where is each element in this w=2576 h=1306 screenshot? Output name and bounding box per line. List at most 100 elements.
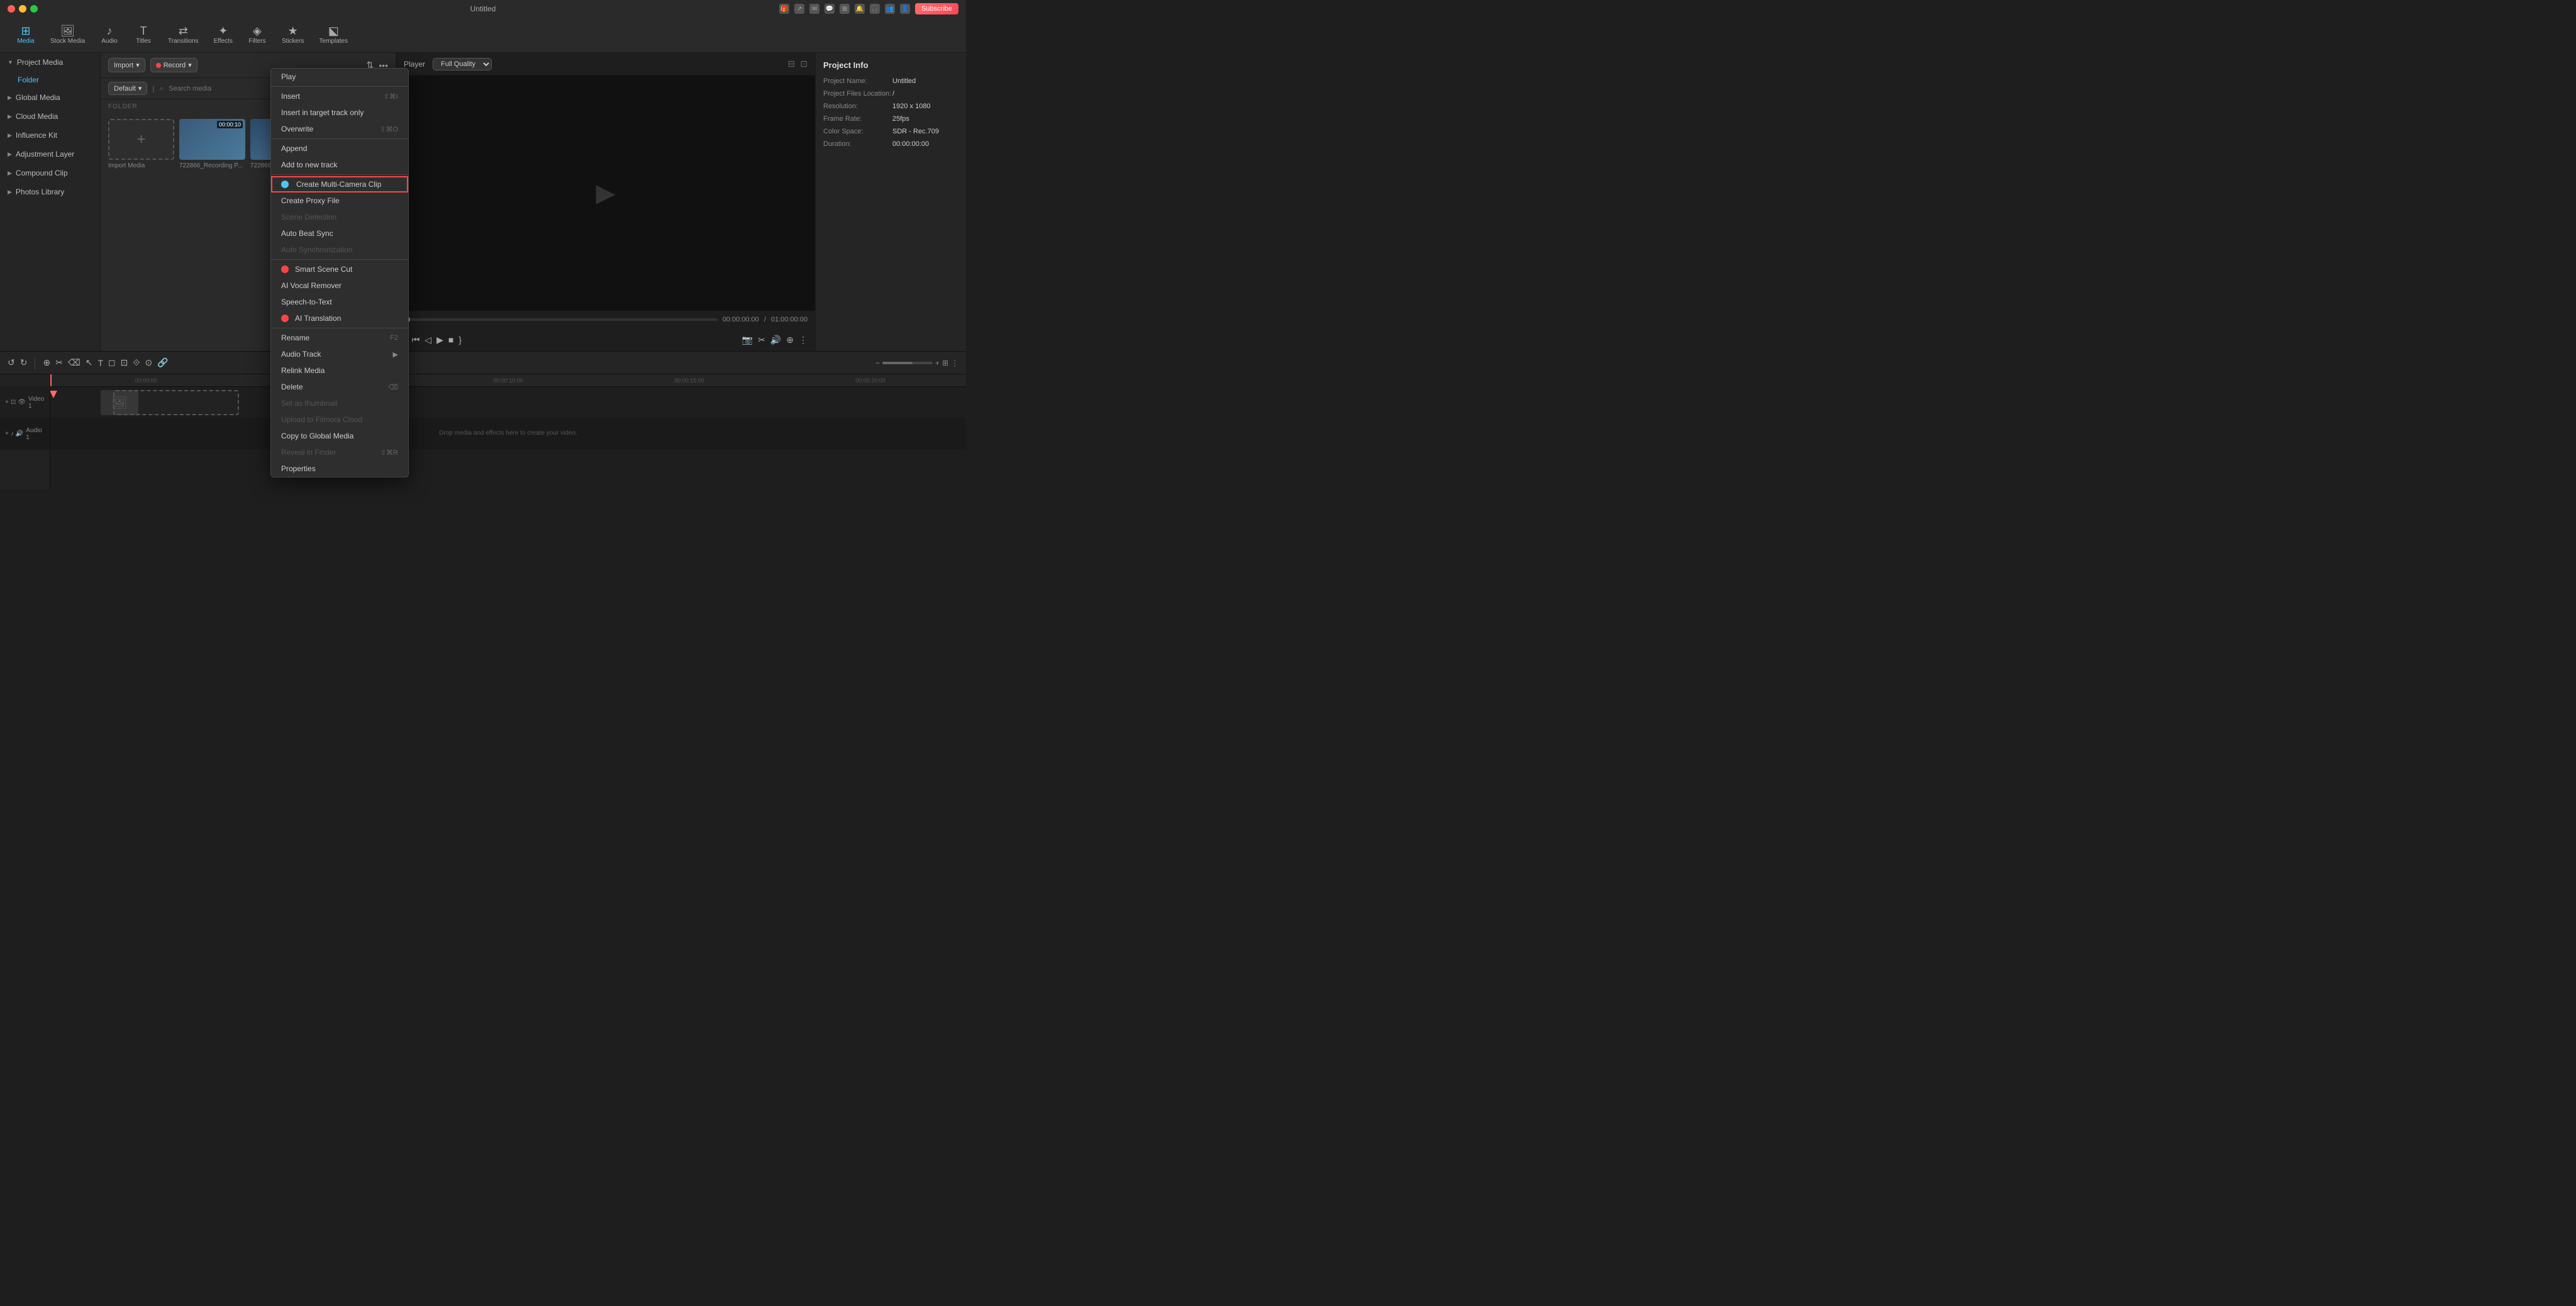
context-menu-item-scene-detection[interactable]: Scene Detection [271,209,408,225]
toolbar-templates[interactable]: ⬕ Templates [313,23,355,47]
zoom-icon[interactable]: ⊕ [786,335,794,345]
sidebar-item-project-media[interactable]: ▼ Project Media [0,53,100,72]
audio-volume-icon[interactable]: 🔊 [16,430,23,437]
toolbar-filters[interactable]: ◈ Filters [242,23,273,47]
clip-icon[interactable]: ✂ [758,335,765,345]
undo-icon[interactable]: ↺ [8,357,15,368]
context-menu-item-play[interactable]: Play [271,69,408,85]
context-menu-item-reveal-finder[interactable]: Reveal in Finder ⇧⌘R [271,444,408,460]
snapshot-icon[interactable]: 📷 [742,335,753,345]
record-button[interactable]: Record ▾ [150,58,197,72]
context-menu-item-ai-translation[interactable]: AI Translation [271,310,408,326]
users-icon[interactable]: 👥 [885,4,895,14]
avatar-icon[interactable]: 👤 [900,4,910,14]
track-thumb-icon[interactable]: ⊡ [11,399,16,406]
close-button[interactable] [8,5,15,13]
scissors-icon[interactable]: ✂ [55,357,63,368]
split-icon[interactable]: ◻ [108,357,116,368]
context-menu-item-relink-media[interactable]: Relink Media [271,362,408,379]
grid-icon[interactable]: ⊞ [942,359,948,367]
context-menu-item-auto-sync[interactable]: Auto Synchronization [271,242,408,258]
context-menu-item-add-track[interactable]: Add to new track [271,157,408,173]
toolbar-stock-media[interactable]: 🖼 Stock Media [44,23,91,47]
bell-icon[interactable]: 🔔 [855,4,865,14]
share-icon[interactable]: ↗ [794,4,804,14]
toolbar-media[interactable]: ⊞ Media [10,23,42,47]
toolbar-titles[interactable]: T Titles [128,23,159,47]
add-track-icon[interactable]: + [5,399,9,406]
prev-frame-icon[interactable]: ◁ [425,335,431,345]
default-button[interactable]: Default ▾ [108,82,147,95]
track-mute-icon[interactable]: 👁 [18,399,26,406]
crop-icon[interactable]: ⊡ [121,357,128,368]
grid-icon[interactable]: ⊞ [840,4,850,14]
sidebar-item-folder[interactable]: Folder [0,72,100,88]
audio-add-icon[interactable]: + [5,430,9,437]
import-button[interactable]: Import ▾ [108,58,145,72]
context-menu-item-create-multicam[interactable]: Create Multi-Camera Clip [271,176,408,193]
context-menu-item-insert[interactable]: Insert ⇧⌘I [271,88,408,104]
gift-icon[interactable]: 🎁 [779,4,789,14]
redo-icon[interactable]: ↻ [20,357,28,368]
more-controls-icon[interactable]: ⋮ [799,335,808,345]
audio-track-row[interactable]: Drop media and effects here to create yo… [50,418,966,450]
minimize-button[interactable] [19,5,26,13]
stop-icon[interactable]: ■ [448,335,453,345]
select-icon[interactable]: ↖ [86,357,93,368]
list-item[interactable]: 00:00:10 722866_Recording P... [179,119,245,169]
progress-bar[interactable] [404,318,718,321]
media-thumbnail[interactable]: 00:00:10 [179,119,245,160]
magnet-icon[interactable]: ⊕ [43,357,50,368]
context-menu-item-insert-target[interactable]: Insert in target track only [271,104,408,121]
sidebar-item-influence-kit[interactable]: ▶ Influence Kit [0,126,100,145]
keyframe-icon[interactable]: ⟐ [133,357,140,368]
video-track-row[interactable]: 🖼 [50,387,966,418]
context-menu-item-set-thumbnail[interactable]: Set as thumbnail [271,395,408,411]
sidebar-item-photos-library[interactable]: ▶ Photos Library [0,182,100,201]
context-menu-item-delete[interactable]: Delete ⌫ [271,379,408,395]
context-menu-item-upload-filmora[interactable]: Upload to Filmora Cloud [271,411,408,428]
context-menu-item-auto-beat-sync[interactable]: Auto Beat Sync [271,225,408,242]
sidebar-item-cloud-media[interactable]: ▶ Cloud Media [0,107,100,126]
zoom-in-icon[interactable]: + [935,359,940,367]
context-menu-item-rename[interactable]: Rename F2 [271,330,408,346]
context-menu-item-append[interactable]: Append [271,140,408,157]
subscribe-button[interactable]: Subscribe [915,3,958,14]
zoom-track[interactable] [882,362,933,364]
context-menu-item-smart-scene-cut[interactable]: Smart Scene Cut [271,261,408,277]
compare-icon[interactable]: ⊟ [788,59,796,69]
quality-select[interactable]: Full Quality [433,58,492,70]
maximize-button[interactable] [30,5,38,13]
motion-icon[interactable]: ⊙ [145,357,152,368]
mail-icon[interactable]: ✉ [809,4,819,14]
sidebar-item-compound-clip[interactable]: ▶ Compound Clip [0,164,100,182]
context-menu-item-ai-vocal-remover[interactable]: AI Vocal Remover [271,277,408,294]
text-icon[interactable]: T [97,358,103,368]
drop-zone[interactable] [113,390,239,415]
toolbar-stickers[interactable]: ★ Stickers [275,23,311,47]
chat-icon[interactable]: 💬 [824,4,835,14]
link-icon[interactable]: 🔗 [157,357,168,368]
sidebar-item-global-media[interactable]: ▶ Global Media [0,88,100,107]
volume-icon[interactable]: 🔊 [770,335,781,345]
context-menu-item-create-proxy[interactable]: Create Proxy File [271,193,408,209]
headset-icon[interactable]: 🎧 [870,4,880,14]
audio-mute-icon[interactable]: ♪ [11,430,14,437]
toolbar-audio[interactable]: ♪ Audio [94,23,125,47]
context-menu-item-copy-global[interactable]: Copy to Global Media [271,428,408,444]
timeline-settings-icon[interactable]: ⋮ [951,359,958,367]
step-back-icon[interactable]: ⏮ [412,335,420,345]
play-icon[interactable]: ▶ [436,335,443,345]
toolbar-effects[interactable]: ✦ Effects [208,23,239,47]
list-item[interactable]: + Import Media [108,119,174,169]
toolbar-transitions[interactable]: ⇄ Transitions [162,23,205,47]
zoom-out-icon[interactable]: − [875,359,880,367]
delete-icon[interactable]: ⌫ [68,357,80,368]
context-menu-item-properties[interactable]: Properties [271,460,408,477]
sidebar-item-adjustment-layer[interactable]: ▶ Adjustment Layer [0,145,100,164]
context-menu-item-overwrite[interactable]: Overwrite ⇧⌘O [271,121,408,137]
import-placeholder-thumb[interactable]: + [108,119,174,160]
mark-out-icon[interactable]: } [458,335,462,345]
context-menu-item-speech-to-text[interactable]: Speech-to-Text [271,294,408,310]
context-menu-item-audio-track[interactable]: Audio Track ▶ [271,346,408,362]
